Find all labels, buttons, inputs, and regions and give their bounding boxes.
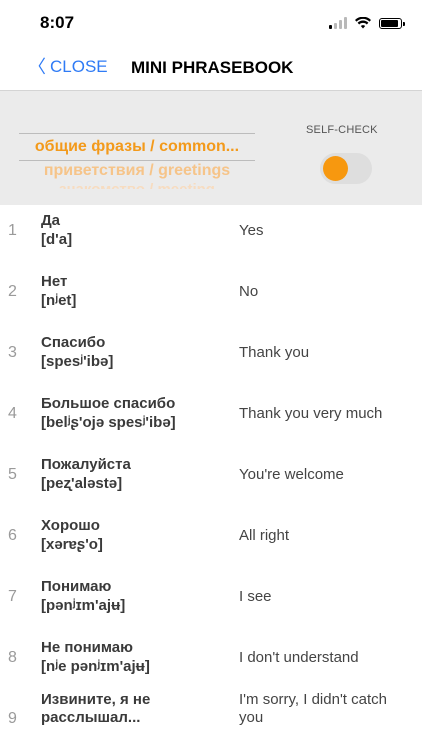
self-check-label: SELF-CHECK	[306, 124, 378, 136]
toggle-knob	[323, 156, 348, 181]
phrase-english: Yes	[239, 222, 264, 239]
phrase-english: I don't understand	[239, 649, 359, 666]
phrase-number: 3	[8, 344, 17, 361]
phrase-russian: Понимаю	[41, 578, 112, 595]
phrase-english: You're welcome	[239, 466, 344, 483]
picker-divider-bottom	[19, 160, 255, 161]
phrase-number: 5	[8, 466, 17, 483]
phrase-row[interactable]: 9 Извините, я не расслышал... I'm sorry,…	[0, 691, 422, 753]
close-label: CLOSE	[50, 57, 108, 76]
picker-item[interactable]: приветствия / greetings	[19, 162, 255, 180]
status-icons	[329, 14, 405, 32]
phrase-english: All right	[239, 527, 290, 544]
chevron-left-icon: 〈	[28, 57, 46, 77]
phrase-english: I see	[239, 588, 272, 605]
phrase-number: 9	[8, 710, 17, 727]
phrase-english: I'm sorry, I didn't catch you	[239, 691, 387, 726]
phrase-list: 1 Да [d'a] Yes 2 Нет [nʲet] No 3 Спасибо…	[0, 204, 422, 753]
phrase-row[interactable]: 6 Хорошо [xərɐʂ'o] All right	[0, 509, 422, 570]
phrase-row[interactable]: 5 Пожалуйста [peʐ'aləstə] You're welcome	[0, 448, 422, 509]
signal-icon	[329, 17, 347, 29]
phrase-transcription: [spesʲ'ibə]	[41, 353, 114, 370]
phrase-transcription: [pənʲɪm'ajʉ]	[41, 597, 126, 614]
picker-item-selected[interactable]: общие фразы / common...	[19, 138, 255, 156]
phrase-english: Thank you very much	[239, 405, 383, 422]
phrase-row[interactable]: 7 Понимаю [pənʲɪm'ajʉ] I see	[0, 570, 422, 631]
phrase-english: No	[239, 283, 259, 300]
phrase-transcription: [peʐ'aləstə]	[41, 475, 123, 492]
phrase-number: 4	[8, 405, 17, 422]
phrase-russian: Нет	[41, 273, 68, 290]
phrase-row[interactable]: 4 Большое спасибо [belʲʂ'ojə spesʲ'ibə] …	[0, 387, 422, 448]
phrase-row[interactable]: 2 Нет [nʲet] No	[0, 265, 422, 326]
picker-item[interactable]: знакомство / meeting	[19, 181, 255, 189]
wifi-icon	[355, 17, 371, 29]
category-picker[interactable]: общие фразы / common... приветствия / gr…	[19, 131, 255, 189]
phrase-row[interactable]: 3 Спасибо [spesʲ'ibə] Thank you	[0, 326, 422, 387]
status-time: 8:07	[40, 13, 75, 32]
phrase-russian: Большое спасибо	[41, 395, 176, 412]
status-bar: 8:07	[0, 0, 422, 46]
phrase-transcription: [d'a]	[41, 231, 73, 248]
battery-icon	[379, 17, 405, 29]
phrase-russian: Хорошо	[41, 517, 100, 534]
phrase-number: 8	[8, 649, 17, 666]
phrase-transcription: [nʲet]	[41, 292, 77, 309]
control-panel: общие фразы / common... приветствия / gr…	[0, 90, 422, 205]
phrase-transcription: [nʲe pənʲɪm'ajʉ]	[41, 658, 150, 675]
nav-bar: 〈 CLOSE MINI PHRASEBOOK	[0, 46, 422, 90]
phrase-transcription: [belʲʂ'ojə spesʲ'ibə]	[41, 414, 176, 431]
phrase-row[interactable]: 1 Да [d'a] Yes	[0, 204, 422, 265]
phrase-number: 2	[8, 283, 17, 300]
phrase-number: 6	[8, 527, 17, 544]
picker-divider-top	[19, 133, 255, 134]
phrase-english: Thank you	[239, 344, 310, 361]
phrase-row[interactable]: 8 Не понимаю [nʲe pənʲɪm'ajʉ] I don't un…	[0, 631, 422, 692]
phrase-russian: Пожалуйста	[41, 456, 131, 473]
phrase-russian: Извините, я не расслышал...	[41, 691, 151, 726]
phrase-russian: Да	[41, 212, 61, 229]
phrase-number: 7	[8, 588, 17, 605]
phrase-russian: Не понимаю	[41, 639, 133, 656]
page-title: MINI PHRASEBOOK	[131, 58, 294, 77]
self-check-toggle[interactable]	[320, 153, 372, 184]
phrase-transcription: [xərɐʂ'o]	[41, 536, 103, 553]
phrase-russian: Спасибо	[41, 334, 106, 351]
phrase-number: 1	[8, 222, 17, 239]
close-button[interactable]: 〈 CLOSE	[28, 57, 108, 77]
